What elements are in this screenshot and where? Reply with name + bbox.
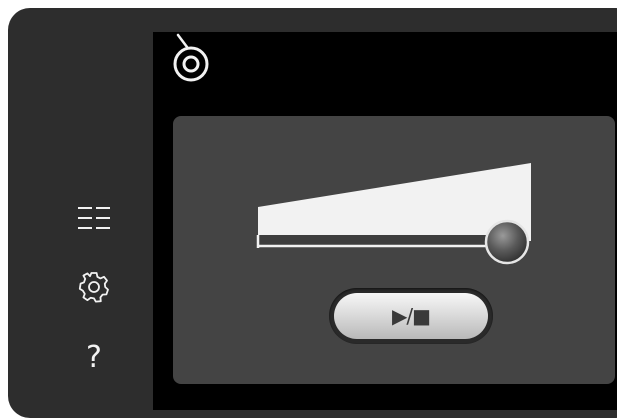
volume-slider[interactable] (253, 156, 553, 286)
volume-knob[interactable] (484, 219, 530, 265)
screen: ▶/■ (153, 32, 617, 410)
help-button[interactable]: ? (64, 334, 124, 380)
settings-button[interactable] (64, 264, 124, 310)
help-icon: ? (86, 339, 102, 375)
play-stop-button-face[interactable]: ▶/■ (334, 293, 488, 339)
list-icon (78, 207, 110, 229)
spool-icon (173, 33, 209, 82)
control-panel: ▶/■ (173, 116, 615, 384)
play-stop-button[interactable]: ▶/■ (329, 288, 493, 344)
device-frame: ? ▶/■ (8, 8, 617, 418)
menu-list-button[interactable] (64, 196, 124, 242)
gear-icon (78, 272, 109, 303)
play-stop-icon: ▶/■ (391, 304, 431, 328)
